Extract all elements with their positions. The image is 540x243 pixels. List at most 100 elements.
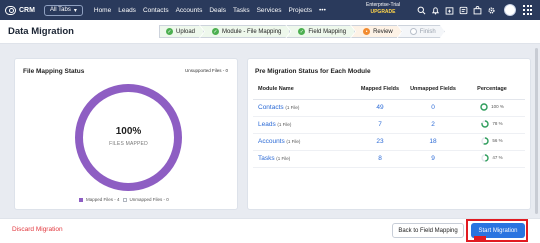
nav-more-button[interactable]: •••: [319, 7, 326, 14]
percentage-value: 78 %: [492, 121, 503, 126]
table-row: Accounts (1 File) 23 18 56 %: [253, 133, 525, 151]
nav-item-leads[interactable]: Leads: [118, 7, 136, 14]
unmapped-fields-value[interactable]: 18: [429, 138, 436, 145]
step-label: Field Mapping: [308, 28, 347, 35]
table-row: Leads (1 File) 7 2 78 %: [253, 116, 525, 134]
module-status-table: Module Name Mapped Fields Unmapped Field…: [253, 79, 525, 168]
page-header: Data Migration ✓ Upload ✓ Module - File …: [0, 20, 540, 44]
unmapped-fields-value[interactable]: 9: [431, 155, 435, 162]
app-name: CRM: [19, 6, 35, 14]
main-nav: Home Leads Contacts Accounts Deals Tasks…: [94, 7, 326, 14]
mapped-fields-value[interactable]: 8: [378, 155, 382, 162]
legend-mapped: Mapped Files - 4: [86, 197, 120, 202]
col-percentage: Percentage: [459, 79, 525, 100]
nav-item-accounts[interactable]: Accounts: [176, 7, 203, 14]
step-label: Review: [373, 28, 393, 35]
nav-item-projects[interactable]: Projects: [289, 7, 312, 14]
percentage-value: 56 %: [492, 138, 503, 143]
check-icon: ✓: [299, 28, 304, 35]
pending-step-icon: [410, 28, 417, 35]
module-file-count: (1 File): [286, 139, 301, 144]
marketplace-icon[interactable]: [472, 5, 482, 15]
percentage-cell: 47 %: [481, 153, 503, 162]
col-unmapped-fields: Unmapped Fields: [407, 79, 459, 100]
toolbar-icons: [416, 0, 496, 20]
progress-ring-icon: [480, 102, 488, 111]
unmapped-fields-value[interactable]: 2: [431, 121, 435, 128]
module-name-link[interactable]: Leads: [258, 121, 276, 128]
module-file-count: (1 File): [276, 156, 291, 161]
module-cell[interactable]: Tasks (1 File): [253, 150, 353, 168]
step-label: Module - File Mapping: [222, 28, 282, 35]
progress-ring-icon: [481, 153, 490, 162]
file-mapping-status-panel: File Mapping Status Unsupported Files - …: [14, 58, 238, 210]
files-mapped-percent: 100%: [115, 126, 142, 137]
check-icon: ✓: [213, 28, 218, 35]
panel-title: Pre Migration Status for Each Module: [255, 68, 371, 75]
progress-ring-icon: [481, 136, 490, 145]
trial-badge[interactable]: Enterprise-Trial UPGRADE: [366, 2, 400, 16]
crm-logo[interactable]: CRM: [5, 5, 35, 15]
module-file-count: (1 File): [285, 105, 300, 110]
top-navigation-bar: CRM All Tabs ▾ Home Leads Contacts Accou…: [0, 0, 540, 20]
panel-title: File Mapping Status: [23, 68, 85, 75]
table-row: Tasks (1 File) 8 9 47 %: [253, 150, 525, 168]
percentage-cell: 100 %: [480, 102, 504, 111]
unsupported-files-count: Unsupported Files - 0: [184, 68, 228, 73]
mapped-fields-value[interactable]: 23: [376, 138, 383, 145]
unmapped-fields-value[interactable]: 0: [431, 104, 435, 111]
step-label: Finish: [419, 28, 436, 35]
unmapped-swatch: [122, 197, 127, 202]
nav-item-tasks[interactable]: Tasks: [233, 7, 250, 14]
mapped-fields-value[interactable]: 7: [378, 121, 382, 128]
page-scrollbar[interactable]: [535, 48, 538, 214]
all-tabs-dropdown[interactable]: All Tabs ▾: [43, 4, 83, 16]
module-cell[interactable]: Contacts (1 File): [253, 99, 353, 117]
step-upload[interactable]: ✓ Upload: [159, 25, 204, 38]
search-icon[interactable]: [416, 5, 426, 15]
col-mapped-fields: Mapped Fields: [353, 79, 407, 100]
table-row: Contacts (1 File) 49 0 100 %: [253, 99, 525, 117]
all-tabs-label: All Tabs: [49, 7, 71, 13]
module-name-link[interactable]: Contacts: [258, 104, 284, 111]
nav-item-deals[interactable]: Deals: [209, 7, 226, 14]
calendar-add-icon[interactable]: [444, 5, 454, 15]
mapped-fields-value[interactable]: 49: [376, 104, 383, 111]
mapped-swatch: [79, 197, 83, 202]
module-cell[interactable]: Leads (1 File): [253, 116, 353, 134]
nav-item-services[interactable]: Services: [257, 7, 282, 14]
files-mapped-label: FILES MAPPED: [109, 141, 148, 147]
progress-ring-icon: [481, 119, 490, 128]
user-avatar[interactable]: [504, 4, 516, 16]
module-cell[interactable]: Accounts (1 File): [253, 133, 353, 151]
back-to-field-mapping-button[interactable]: Back to Field Mapping: [392, 223, 464, 238]
current-step-icon: •: [363, 28, 370, 35]
footer-actions: Discard Migration Back to Field Mapping …: [0, 218, 540, 243]
pre-migration-status-panel: Pre Migration Status for Each Module Mod…: [247, 58, 531, 210]
module-name-link[interactable]: Accounts: [258, 138, 285, 145]
table-header-row: Module Name Mapped Fields Unmapped Field…: [253, 79, 525, 100]
crm-logo-icon: [5, 5, 16, 15]
donut-legend: Mapped Files - 4 Unmapped Files - 0: [79, 197, 169, 202]
feeds-icon[interactable]: [458, 5, 468, 15]
app-grid-icon[interactable]: [523, 5, 533, 15]
files-mapped-donut: 100% FILES MAPPED: [75, 84, 182, 191]
settings-gear-icon[interactable]: [486, 5, 496, 15]
step-module-file-mapping[interactable]: ✓ Module - File Mapping: [200, 25, 290, 38]
migration-stepper: ✓ Upload ✓ Module - File Mapping ✓ Field…: [159, 25, 445, 38]
nav-item-home[interactable]: Home: [94, 7, 111, 14]
upgrade-link[interactable]: UPGRADE: [366, 9, 400, 16]
step-review[interactable]: • Review: [351, 25, 402, 38]
module-name-link[interactable]: Tasks: [258, 155, 275, 162]
step-label: Upload: [176, 28, 196, 35]
percentage-value: 100 %: [491, 104, 504, 109]
percentage-value: 47 %: [492, 155, 503, 160]
col-module-name: Module Name: [253, 79, 353, 100]
step-finish: Finish: [398, 25, 445, 38]
highlight-tag: [474, 236, 486, 242]
step-field-mapping[interactable]: ✓ Field Mapping: [286, 25, 355, 38]
discard-migration-link[interactable]: Discard Migration: [12, 226, 63, 233]
notification-bell-icon[interactable]: [430, 5, 440, 15]
nav-item-contacts[interactable]: Contacts: [143, 7, 169, 14]
percentage-cell: 78 %: [481, 119, 503, 128]
